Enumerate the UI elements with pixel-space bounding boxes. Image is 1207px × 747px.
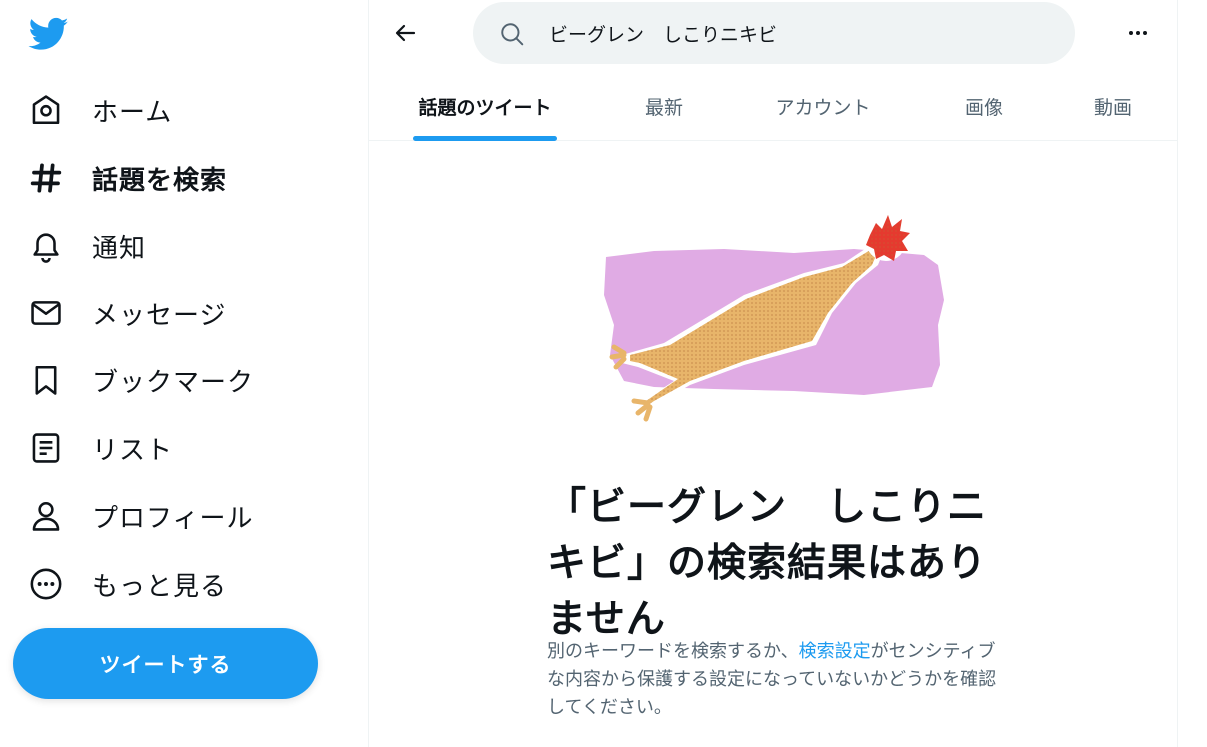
tab-videos[interactable]: 動画 [1081,72,1145,141]
hashtag-icon [28,160,64,196]
main-column: 話題のツイート 最新 アカウント 画像 動画 [368,0,1178,747]
tab-top[interactable]: 話題のツイート [413,72,557,141]
tab-accounts-label: アカウント [775,97,871,119]
sidebar: ホーム 話題を検索 通知 メッセージ ブックマーク リスト プロフィール もっと… [0,0,368,747]
bell-icon [28,228,64,264]
list-icon [28,430,64,466]
nav-messages-label: メッセージ [92,300,227,331]
empty-state-text-before: 別のキーワードを検索するか、 [547,641,799,662]
tab-videos-label: 動画 [1093,97,1132,119]
tab-latest[interactable]: 最新 [631,72,697,141]
bookmark-icon [28,362,64,398]
tab-images-label: 画像 [964,97,1003,119]
nav-profile[interactable]: プロフィール [28,490,253,542]
search-input[interactable] [549,2,1049,64]
back-arrow-icon[interactable] [387,14,425,52]
nav-home[interactable]: ホーム [28,84,172,136]
nav-messages[interactable]: メッセージ [28,287,226,339]
nav-more[interactable]: もっと見る [28,558,227,610]
search-icon [499,21,525,47]
tab-images[interactable]: 画像 [953,72,1015,141]
search-settings-link[interactable]: 検索設定 [799,641,871,662]
more-circle-icon [28,566,64,602]
tweet-button[interactable]: ツイートする [13,628,318,699]
nav-explore-label: 話題を検索 [92,165,228,196]
nav-home-label: ホーム [92,97,173,128]
home-icon [28,92,64,128]
nav-more-label: もっと見る [92,571,228,602]
nav-lists-label: リスト [92,435,174,466]
empty-state-illustration [594,205,954,435]
tab-latest-label: 最新 [644,97,683,119]
nav-bookmarks[interactable]: ブックマーク [28,354,254,406]
search-box[interactable] [473,2,1075,64]
search-tabs: 話題のツイート 最新 アカウント 画像 動画 [369,72,1177,141]
twitter-bird-icon[interactable] [28,14,70,54]
tab-accounts[interactable]: アカウント [767,72,879,141]
tab-top-label: 話題のツイート [418,97,552,119]
nav-bookmarks-label: ブックマーク [92,367,255,398]
nav-profile-label: プロフィール [92,503,254,534]
person-icon [28,498,64,534]
empty-state-title: 「ビーグレン しこりニキビ」の検索結果はありません [547,485,988,642]
tab-active-indicator [413,136,557,141]
nav-lists[interactable]: リスト [28,422,173,474]
empty-state-description: 別のキーワードを検索するか、検索設定がセンシティブな内容から保護する設定になって… [547,638,1003,722]
more-options-icon[interactable] [1119,14,1157,52]
envelope-icon [28,295,64,331]
nav-notifications[interactable]: 通知 [28,220,146,272]
nav-notifications-label: 通知 [92,233,147,264]
nav-explore[interactable]: 話題を検索 [28,152,227,204]
